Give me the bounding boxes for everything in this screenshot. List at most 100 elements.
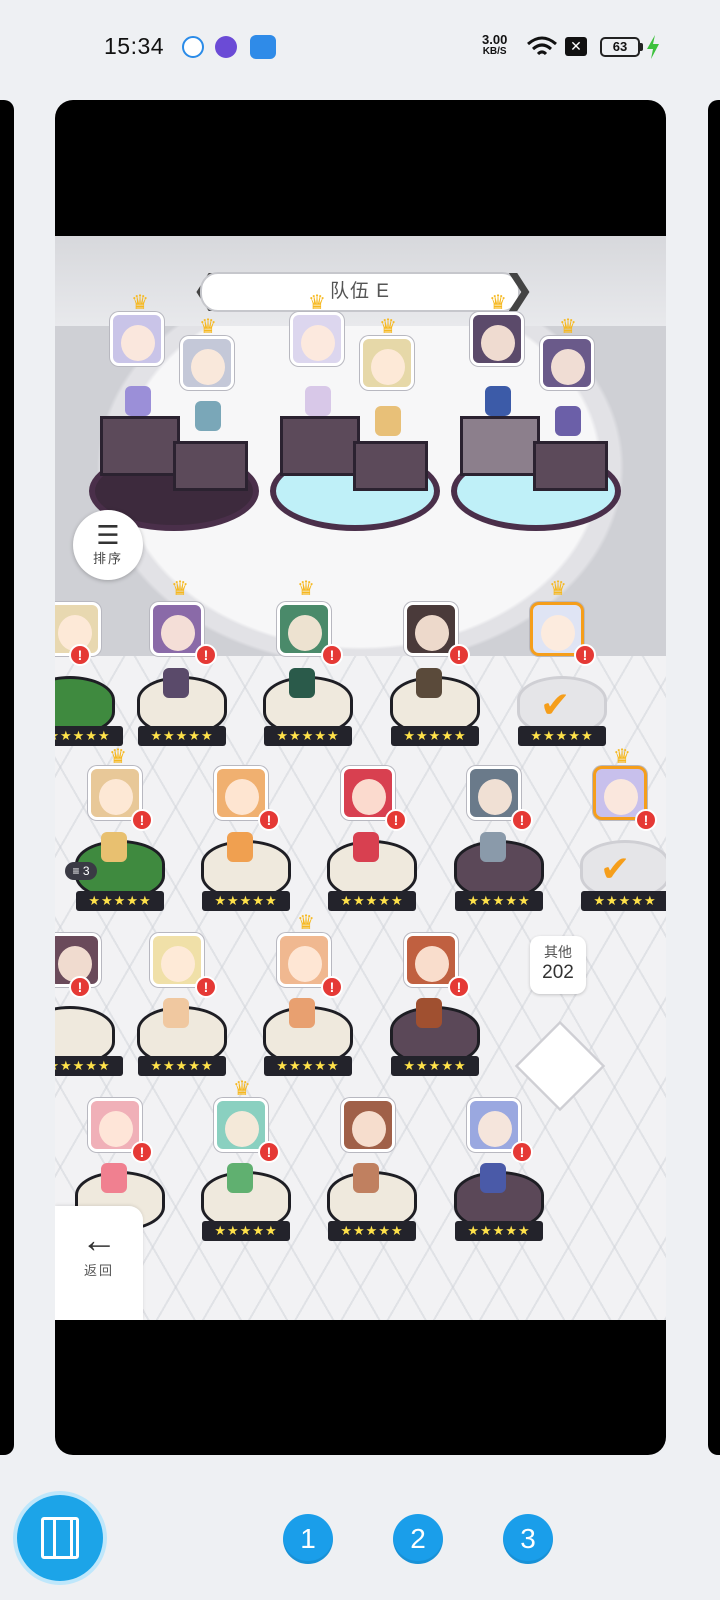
- pixel-pedestal: [460, 416, 540, 476]
- search-app-icon: [182, 36, 204, 58]
- clock: 15:34: [104, 33, 165, 59]
- back-button[interactable]: ← 返回: [55, 1206, 143, 1320]
- alert-badge: !: [131, 1141, 153, 1163]
- crown-icon: ♛: [233, 1078, 251, 1100]
- star-rating: ★★★★★: [264, 1056, 352, 1076]
- star-rating: ★★★★★: [328, 1221, 416, 1241]
- empty-slot-cube[interactable]: [514, 1020, 606, 1112]
- hero-sprite: [480, 1163, 506, 1193]
- alert-badge: !: [195, 976, 217, 998]
- crown-icon: ♛: [297, 578, 315, 600]
- alert-badge: !: [69, 976, 91, 998]
- app-switcher-icon[interactable]: [17, 1495, 103, 1581]
- alert-badge: !: [195, 644, 217, 666]
- hero-sprite: [289, 998, 315, 1028]
- hero-sprite: [125, 386, 151, 416]
- alert-badge: !: [385, 809, 407, 831]
- crown-icon: ♛: [131, 292, 149, 314]
- team-title-banner: 队伍 E: [200, 272, 520, 312]
- crown-icon: ♛: [109, 746, 127, 768]
- game-screen[interactable]: ❮ 队伍 E ❯ ♛ ♛ ♛ ♛ ♛ ♛: [55, 236, 666, 1320]
- previous-app-card[interactable]: [0, 100, 14, 1455]
- star-rating: ★★★★★: [138, 1056, 226, 1076]
- star-rating: ★★★★★: [581, 891, 666, 911]
- hero-sprite: [375, 406, 401, 436]
- back-arrow-icon: ←: [81, 1219, 117, 1260]
- star-rating: ★★★★★: [202, 1221, 290, 1241]
- others-count: 202: [542, 962, 574, 983]
- next-app-card[interactable]: [708, 100, 720, 1455]
- team-title: 队伍 E: [330, 281, 390, 302]
- star-rating: ★★★★★: [55, 1056, 123, 1076]
- star-rating: ★★★★★: [518, 726, 606, 746]
- star-rating: ★★★★★: [391, 1056, 479, 1076]
- crown-icon: ♛: [379, 316, 397, 338]
- crown-icon: ♛: [171, 578, 189, 600]
- star-rating: ★★★★★: [328, 891, 416, 911]
- crown-icon: ♛: [308, 292, 326, 314]
- alert-badge: !: [321, 976, 343, 998]
- page-button-2[interactable]: 2: [393, 1514, 443, 1564]
- alert-badge: !: [448, 644, 470, 666]
- star-rating: ★★★★★: [455, 1221, 543, 1241]
- team-hero-portrait[interactable]: [540, 336, 594, 390]
- battery-icon: 63: [600, 37, 640, 57]
- star-rating: ★★★★★: [138, 726, 226, 746]
- pixel-pedestal: [173, 441, 248, 491]
- assistant-app-icon: [250, 35, 276, 59]
- hero-sprite: [101, 1163, 127, 1193]
- stack-count-badge: ≡ 3: [65, 862, 97, 880]
- others-label: 其他: [544, 944, 572, 960]
- star-rating: ★★★★★: [76, 891, 164, 911]
- hero-sprite: [416, 998, 442, 1028]
- net-speed-value: 3.00: [482, 32, 508, 47]
- battery-tip: [640, 43, 643, 51]
- team-hero-portrait[interactable]: [360, 336, 414, 390]
- team-hero-portrait[interactable]: [290, 312, 344, 366]
- pixel-pedestal: [280, 416, 360, 476]
- crown-icon: ♛: [549, 578, 567, 600]
- net-speed: 3.00 KB/S: [482, 32, 508, 58]
- sort-label: 排序: [92, 551, 123, 566]
- sort-icon: ☰: [96, 520, 120, 550]
- hero-sprite: [555, 406, 581, 436]
- star-rating: ★★★★★: [455, 891, 543, 911]
- app-card[interactable]: ❮ 队伍 E ❯ ♛ ♛ ♛ ♛ ♛ ♛: [55, 100, 666, 1455]
- sort-button[interactable]: ☰ 排序: [73, 510, 143, 580]
- back-label: 返回: [83, 1263, 114, 1278]
- selected-check-icon: ✔: [600, 848, 631, 889]
- hero-sprite: [416, 668, 442, 698]
- team-hero-portrait[interactable]: [110, 312, 164, 366]
- star-rating: ★★★★★: [264, 726, 352, 746]
- team-hero-portrait[interactable]: [180, 336, 234, 390]
- alert-badge: !: [574, 644, 596, 666]
- alert-badge: !: [321, 644, 343, 666]
- charging-bolt-icon: [647, 35, 659, 59]
- page-button-3[interactable]: 3: [503, 1514, 553, 1564]
- star-rating: ★★★★★: [55, 726, 123, 746]
- battery-level: 63: [612, 39, 628, 54]
- stack-count: 3: [82, 864, 90, 878]
- team-hero-portrait[interactable]: [470, 312, 524, 366]
- hero-sprite: [305, 386, 331, 416]
- hero-sprite: [353, 832, 379, 862]
- hero-sprite: [485, 386, 511, 416]
- star-rating: ★★★★★: [202, 891, 290, 911]
- alert-badge: !: [69, 644, 91, 666]
- hero-portrait[interactable]: [341, 1098, 395, 1152]
- hero-portrait[interactable]: [150, 933, 204, 987]
- sim-off-icon: ✕: [565, 37, 587, 56]
- page-button-1[interactable]: 1: [283, 1514, 333, 1564]
- alert-badge: !: [258, 809, 280, 831]
- alert-badge: !: [258, 1141, 280, 1163]
- others-bubble[interactable]: 其他 202: [530, 936, 586, 994]
- star-rating: ★★★★★: [391, 726, 479, 746]
- alert-badge: !: [635, 809, 657, 831]
- selected-check-icon: ✔: [540, 684, 571, 725]
- pixel-pedestal: [353, 441, 428, 491]
- hero-sprite: [353, 1163, 379, 1193]
- app-switcher-glyph: [41, 1517, 79, 1559]
- hero-sprite: [227, 832, 253, 862]
- crown-icon: ♛: [613, 746, 631, 768]
- alert-badge: !: [448, 976, 470, 998]
